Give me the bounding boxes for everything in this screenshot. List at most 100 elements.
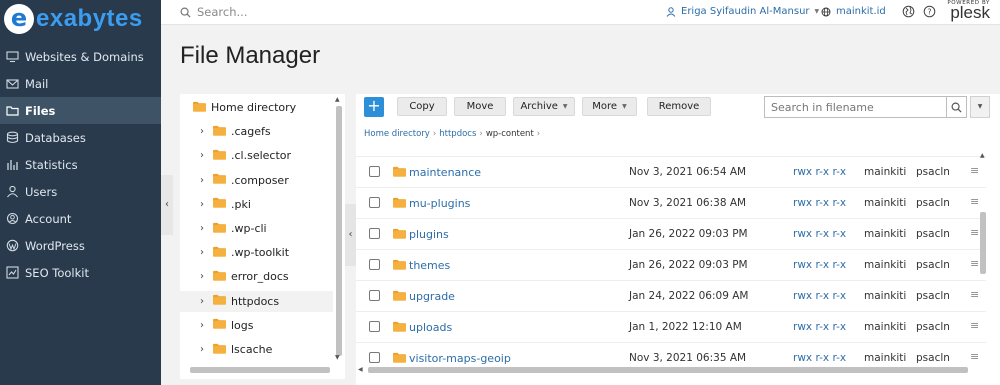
table-row[interactable]: plugins Jan 26, 2022 09:03 PM rwx r-x r-x m…: [356, 218, 986, 249]
chevron-right-icon[interactable]: ›: [200, 126, 209, 137]
sidebar-item-account[interactable]: Account: [0, 205, 161, 232]
tree-collapse-button[interactable]: ‹: [345, 204, 356, 266]
global-search[interactable]: Search...: [180, 5, 247, 19]
files-panel: + Copy Move Archive ▼ More ▼ Remove Search…: [356, 94, 1000, 385]
scroll-left-arrow-icon[interactable]: ◀: [358, 366, 363, 373]
file-permissions-link[interactable]: rwx r-x r-x: [793, 197, 846, 209]
sidebar-item-websites-domains[interactable]: Websites & Domains: [0, 43, 161, 70]
file-permissions-link[interactable]: rwx r-x r-x: [793, 290, 846, 302]
row-checkbox[interactable]: [369, 352, 380, 363]
tree-item[interactable]: › .cagefs: [180, 121, 333, 142]
file-permissions-link[interactable]: rwx r-x r-x: [793, 321, 846, 333]
file-permissions-link[interactable]: rwx r-x r-x: [793, 352, 846, 364]
scroll-up-arrow-icon[interactable]: ▲: [335, 96, 340, 103]
file-group: psacln: [916, 166, 950, 178]
chevron-right-icon[interactable]: ›: [200, 150, 209, 161]
row-checkbox[interactable]: [369, 197, 380, 208]
tree-scroll-thumb[interactable]: [336, 106, 342, 356]
scroll-up-arrow-icon[interactable]: ▲: [980, 152, 985, 159]
files-vertical-scrollbar[interactable]: ▲: [978, 152, 988, 372]
sidebar-item-wordpress[interactable]: WordPress: [0, 232, 161, 259]
breadcrumb-item[interactable]: httpdocs: [439, 129, 476, 139]
sidebar-item-databases[interactable]: Databases: [0, 124, 161, 151]
move-button[interactable]: Move: [454, 97, 506, 116]
file-name-link[interactable]: themes: [409, 259, 450, 272]
row-checkbox[interactable]: [369, 290, 380, 301]
sidebar-collapse-button[interactable]: ‹: [161, 175, 173, 235]
tree-item[interactable]: › .cl.selector: [180, 145, 333, 166]
file-name-link[interactable]: visitor-maps-geoip: [409, 352, 511, 365]
tree-item[interactable]: Home directory: [180, 97, 333, 118]
search-submit-button[interactable]: [946, 97, 966, 117]
chevron-right-icon[interactable]: ›: [200, 223, 209, 234]
user-menu[interactable]: Eriga Syifaudin Al-Mansur ▼: [666, 6, 819, 17]
tree-item-label: Home directory: [211, 101, 297, 114]
row-checkbox[interactable]: [369, 321, 380, 332]
sidebar-item-statistics[interactable]: Statistics: [0, 151, 161, 178]
file-name-link[interactable]: mu-plugins: [409, 197, 470, 210]
folder-icon: [213, 270, 226, 284]
tree-item[interactable]: › lscache: [180, 339, 333, 360]
chevron-right-icon[interactable]: ›: [200, 247, 209, 258]
table-row[interactable]: upgrade Jan 24, 2022 06:09 AM rwx r-x r-x m…: [356, 280, 986, 311]
file-permissions-link[interactable]: rwx r-x r-x: [793, 228, 846, 240]
tree-vertical-scrollbar[interactable]: ▲ ▼: [335, 96, 343, 366]
breadcrumb-item[interactable]: Home directory: [364, 129, 430, 139]
help-icon: ?: [923, 5, 936, 18]
row-checkbox[interactable]: [369, 228, 380, 239]
file-name-link[interactable]: upgrade: [409, 290, 455, 303]
files-scroll-thumb[interactable]: [980, 212, 986, 274]
row-checkbox[interactable]: [369, 259, 380, 270]
chevron-right-icon[interactable]: ›: [200, 199, 209, 210]
sidebar-item-files[interactable]: Files: [0, 97, 161, 124]
table-row[interactable]: themes Jan 26, 2022 09:03 PM rwx r-x r-x ma…: [356, 249, 986, 280]
tree-item[interactable]: › httpdocs: [180, 290, 333, 312]
sidebar-item-label: Users: [25, 184, 58, 199]
sidebar-item-seo-toolkit[interactable]: SEO Toolkit: [0, 259, 161, 286]
chevron-down-icon: ▼: [622, 103, 627, 110]
chevron-right-icon[interactable]: ›: [200, 320, 209, 331]
language-button[interactable]: [902, 5, 915, 21]
remove-button[interactable]: Remove: [647, 97, 711, 116]
file-permissions-link[interactable]: rwx r-x r-x: [793, 259, 846, 271]
tree-item[interactable]: › .wp-toolkit: [180, 242, 333, 263]
file-name-link[interactable]: maintenance: [409, 166, 481, 179]
add-button[interactable]: +: [364, 97, 384, 117]
archive-dropdown[interactable]: Archive ▼: [513, 97, 575, 116]
chevron-right-icon[interactable]: ›: [200, 175, 209, 186]
files-hscroll-thumb[interactable]: [368, 367, 968, 373]
domain-menu[interactable]: mainkit.id: [821, 6, 886, 17]
tree-item[interactable]: › .wp-cli: [180, 218, 333, 239]
row-checkbox[interactable]: [369, 166, 380, 177]
more-dropdown[interactable]: More ▼: [582, 97, 637, 116]
file-name-link[interactable]: uploads: [409, 321, 452, 334]
table-row[interactable]: uploads Jan 1, 2022 12:10 AM rwx r-x r-x ma…: [356, 311, 986, 342]
more-dropdown-label: More: [592, 101, 618, 112]
sidebar-item-users[interactable]: Users: [0, 178, 161, 205]
files-horizontal-scrollbar[interactable]: ◀: [356, 366, 986, 374]
file-name-link[interactable]: plugins: [409, 228, 449, 241]
chevron-right-icon[interactable]: ›: [200, 271, 209, 282]
table-row[interactable]: mu-plugins Nov 3, 2021 06:38 AM rwx r-x r-…: [356, 187, 986, 218]
sidebar-item-mail[interactable]: Mail: [0, 70, 161, 97]
chevron-down-icon: ▼: [562, 103, 568, 110]
help-button[interactable]: ?: [923, 5, 936, 21]
file-group: psacln: [916, 197, 950, 209]
copy-button[interactable]: Copy: [397, 97, 447, 116]
tree-item[interactable]: › logs: [180, 315, 333, 336]
tree-item[interactable]: › error_docs: [180, 266, 333, 287]
chevron-right-icon[interactable]: ›: [200, 344, 209, 355]
table-row[interactable]: maintenance Nov 3, 2021 06:54 AM rwx r-x r…: [356, 156, 986, 187]
chevron-right-icon[interactable]: ›: [200, 296, 209, 307]
tree-item-label: .composer: [231, 173, 289, 187]
tree-item[interactable]: › .pki: [180, 194, 333, 215]
folder-icon: [393, 321, 406, 335]
tree-item[interactable]: › .composer: [180, 170, 333, 191]
sidebar-item-label: Databases: [25, 130, 86, 145]
filename-search-input[interactable]: Search in filename: [764, 96, 967, 118]
search-options-dropdown[interactable]: ▼: [970, 96, 990, 118]
exabytes-logo[interactable]: e exabytes: [0, 0, 161, 37]
scroll-down-arrow-icon[interactable]: ▼: [335, 354, 340, 361]
tree-horizontal-scrollbar[interactable]: [190, 367, 330, 373]
file-permissions-link[interactable]: rwx r-x r-x: [793, 166, 846, 178]
